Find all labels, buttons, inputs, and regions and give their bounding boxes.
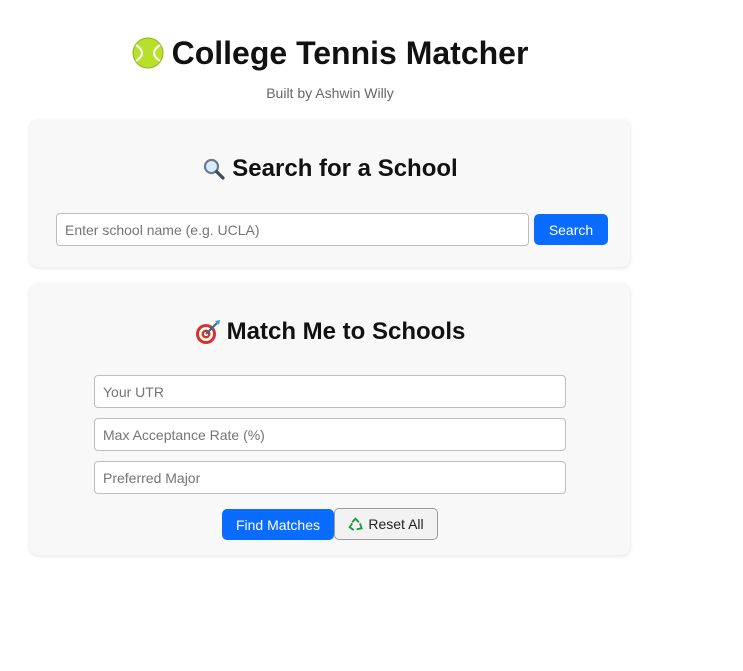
search-card-title: Search for a School bbox=[232, 155, 458, 182]
page-subtitle: Built by Ashwin Willy bbox=[266, 85, 394, 101]
app-header: College Tennis Matcher Built by Ashwin W… bbox=[30, 30, 630, 101]
match-card: Match Me to Schools Find Matches Reset A… bbox=[30, 284, 630, 555]
school-search-input[interactable] bbox=[56, 213, 529, 246]
tennis-ball-icon bbox=[132, 37, 164, 69]
search-card-title-row: Search for a School bbox=[30, 155, 630, 183]
match-card-title: Match Me to Schools bbox=[226, 318, 466, 345]
search-card: Search for a School Search bbox=[30, 120, 630, 267]
utr-input[interactable] bbox=[94, 375, 566, 408]
recycle-icon bbox=[348, 516, 364, 532]
dart-target-icon bbox=[195, 319, 221, 345]
page-title: College Tennis Matcher bbox=[171, 35, 529, 71]
magnifying-glass-icon bbox=[202, 157, 226, 181]
search-button[interactable]: Search bbox=[534, 214, 608, 245]
preferred-major-input[interactable] bbox=[94, 461, 566, 494]
max-acceptance-rate-input[interactable] bbox=[94, 418, 566, 451]
app-title-row: College Tennis Matcher bbox=[132, 30, 529, 76]
find-matches-button[interactable]: Find Matches bbox=[222, 509, 334, 540]
reset-all-button[interactable]: Reset All bbox=[334, 508, 438, 540]
reset-all-label: Reset All bbox=[368, 516, 424, 532]
match-card-title-row: Match Me to Schools bbox=[30, 318, 630, 346]
